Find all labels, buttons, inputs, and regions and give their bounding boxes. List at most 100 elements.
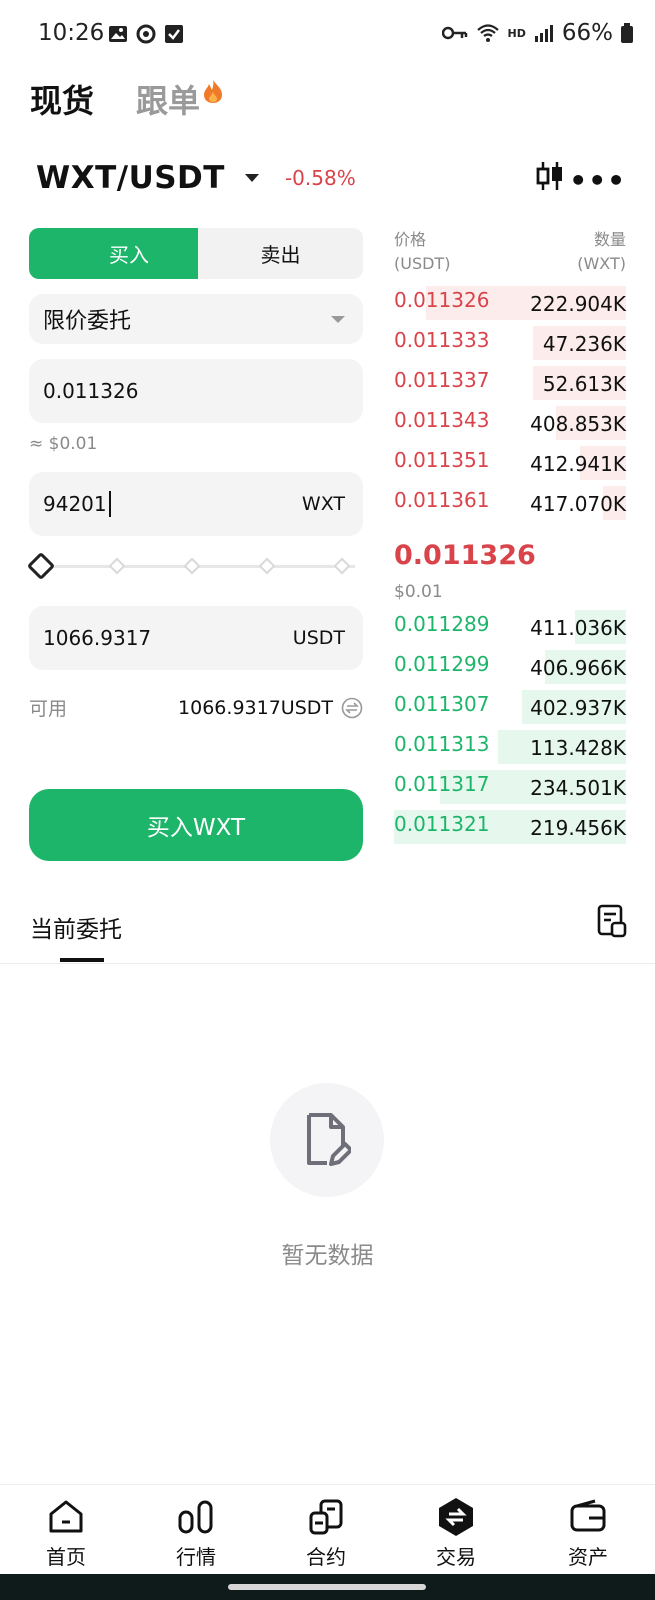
bottom-nav: 首页 行情 合约 交易 资产 <box>0 1484 655 1574</box>
candlestick-chart-icon[interactable] <box>534 160 566 192</box>
text-cursor <box>108 491 111 517</box>
total-unit: USDT <box>292 627 345 649</box>
nav-market[interactable]: 行情 <box>146 1497 246 1570</box>
order-book: 价格 (USDT) 数量 (WXT) 0.011326 222.904K 0.011… <box>394 228 626 844</box>
ask-row[interactable]: 0.011351 412.941K <box>394 446 626 480</box>
order-form: 买入 卖出 限价委托 0.011326 ≈ $0.01 94201 WXT 10… <box>26 228 363 861</box>
bid-price: 0.011317 <box>394 772 490 796</box>
home-icon <box>49 1500 83 1533</box>
key-icon <box>441 26 467 40</box>
tab-underline <box>60 958 104 962</box>
status-right: HD 66% <box>441 20 633 46</box>
system-gesture-bar <box>0 1574 655 1600</box>
pair-selector[interactable]: WXT/USDT <box>36 160 225 196</box>
pair-header: WXT/USDT -0.58% ••• <box>36 156 626 200</box>
status-bar: 10:26 HD 66% <box>0 0 655 70</box>
gallery-icon <box>109 26 127 42</box>
futures-icon <box>309 1499 343 1535</box>
bid-price: 0.011313 <box>394 732 490 756</box>
ask-amount: 47.236K <box>542 332 626 356</box>
battery-level: 66% <box>561 20 613 46</box>
notification-icons <box>108 24 184 44</box>
ask-price: 0.011351 <box>394 448 490 472</box>
ask-amount: 417.070K <box>530 492 626 516</box>
nav-trade[interactable]: 交易 <box>406 1497 506 1570</box>
ask-price: 0.011337 <box>394 368 490 392</box>
last-price: 0.011326 <box>394 540 536 571</box>
submit-buy-button[interactable]: 买入WXT <box>29 789 363 861</box>
total-value: 1066.9317 <box>43 626 152 650</box>
quantity-input[interactable]: 94201 WXT <box>29 472 363 536</box>
amount-slider[interactable] <box>26 551 363 581</box>
nav-assets[interactable]: 资产 <box>538 1497 638 1570</box>
bid-amount: 402.937K <box>530 696 626 720</box>
bid-price: 0.011307 <box>394 692 490 716</box>
total-input[interactable]: 1066.9317 USDT <box>29 606 363 670</box>
available-balance: 可用 1066.9317USDT <box>29 694 363 721</box>
quantity-value: 94201 <box>43 492 107 516</box>
top-tabs: 现货 跟单 <box>30 76 224 122</box>
bid-price: 0.011289 <box>394 612 490 636</box>
sync-icon <box>136 24 156 44</box>
ask-price: 0.011333 <box>394 328 490 352</box>
ask-row[interactable]: 0.011343 408.853K <box>394 406 626 440</box>
slider-step-50[interactable] <box>183 557 201 575</box>
fire-icon <box>204 79 223 103</box>
ask-amount: 52.613K <box>542 372 626 396</box>
bid-price: 0.011321 <box>394 812 490 836</box>
check-icon <box>165 25 183 43</box>
quantity-unit: WXT <box>301 493 345 515</box>
order-history-icon[interactable] <box>597 904 627 938</box>
ask-row[interactable]: 0.011337 52.613K <box>394 366 626 400</box>
order-type-value: 限价委托 <box>43 309 132 334</box>
nav-futures[interactable]: 合约 <box>276 1497 376 1570</box>
slider-step-25[interactable] <box>108 557 126 575</box>
price-approx: ≈ $0.01 <box>29 434 98 454</box>
ask-price: 0.011361 <box>394 488 490 512</box>
market-icon <box>178 1500 213 1534</box>
last-price-fiat: $0.01 <box>394 582 443 602</box>
side-toggle: 买入 卖出 <box>29 228 363 279</box>
chevron-down-icon[interactable] <box>244 174 259 182</box>
battery-icon <box>621 23 633 43</box>
bid-row[interactable]: 0.011317 234.501K <box>394 770 626 804</box>
bid-amount: 411.036K <box>530 616 626 640</box>
ask-row[interactable]: 0.011326 222.904K <box>394 286 626 320</box>
bid-row[interactable]: 0.011321 219.456K <box>394 810 626 844</box>
bid-row[interactable]: 0.011307 402.937K <box>394 690 626 724</box>
bid-price: 0.011299 <box>394 652 490 676</box>
bid-amount: 113.428K <box>530 736 626 760</box>
bid-row[interactable]: 0.011313 113.428K <box>394 730 626 764</box>
trade-icon <box>439 1498 473 1536</box>
order-type-select[interactable]: 限价委托 <box>29 294 363 344</box>
ask-amount: 222.904K <box>530 292 626 316</box>
more-icon[interactable]: ••• <box>569 164 626 197</box>
price-column-header: 价格 (USDT) <box>394 230 451 273</box>
bid-row[interactable]: 0.011299 406.966K <box>394 650 626 684</box>
price-change: -0.58% <box>284 166 356 190</box>
amount-column-header: 数量 (WXT) <box>577 230 626 273</box>
tab-copy-trade[interactable]: 跟单 <box>136 76 200 122</box>
nav-home[interactable]: 首页 <box>16 1497 116 1570</box>
ask-amount: 408.853K <box>530 412 626 436</box>
empty-state-illustration <box>270 1083 384 1197</box>
transfer-icon[interactable] <box>341 697 363 719</box>
ask-amount: 412.941K <box>530 452 626 476</box>
sell-tab[interactable]: 卖出 <box>198 228 363 279</box>
wallet-icon <box>570 1499 606 1532</box>
tab-spot[interactable]: 现货 <box>30 76 94 122</box>
price-input[interactable]: 0.011326 <box>29 359 363 423</box>
home-indicator[interactable] <box>228 1584 426 1590</box>
slider-step-75[interactable] <box>258 557 276 575</box>
slider-step-100[interactable] <box>333 557 351 575</box>
document-edit-icon <box>307 1113 351 1166</box>
available-label: 可用 <box>29 698 68 720</box>
tab-current-orders[interactable]: 当前委托 <box>30 910 122 944</box>
ask-row[interactable]: 0.011361 417.070K <box>394 486 626 520</box>
status-time: 10:26 <box>38 20 105 46</box>
ask-price: 0.011326 <box>394 288 490 312</box>
network-type: HD <box>507 26 526 40</box>
ask-row[interactable]: 0.011333 47.236K <box>394 326 626 360</box>
slider-thumb[interactable] <box>26 551 56 581</box>
bid-row[interactable]: 0.011289 411.036K <box>394 610 626 644</box>
